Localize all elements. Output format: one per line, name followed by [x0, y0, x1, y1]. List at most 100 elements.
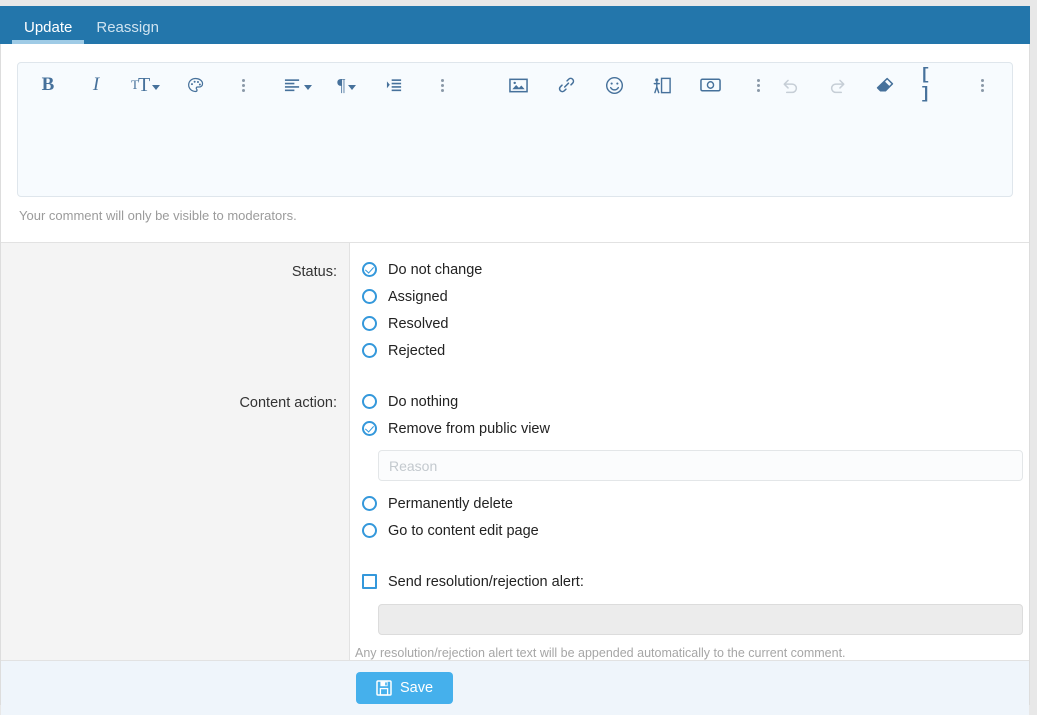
status-option-label: Assigned — [388, 288, 448, 305]
insert-link-button[interactable] — [550, 71, 582, 99]
insert-media-button[interactable] — [694, 71, 726, 99]
tab-update-label: Update — [24, 19, 73, 36]
status-option-rejected[interactable]: Rejected — [350, 337, 1029, 364]
status-option-assigned[interactable]: Assigned — [350, 283, 1029, 310]
tab-reassign-label: Reassign — [96, 19, 159, 36]
save-button[interactable]: Save — [356, 672, 454, 704]
more-text-options-button[interactable] — [227, 71, 259, 99]
send-alert-checkbox-row[interactable]: Send resolution/rejection alert: — [350, 568, 1029, 595]
more-paragraph-options-button[interactable] — [427, 71, 459, 99]
floppy-disk-icon — [376, 680, 392, 696]
radio-unchecked-icon[interactable] — [362, 523, 377, 538]
align-left-icon — [284, 79, 299, 92]
clear-formatting-button[interactable] — [869, 71, 901, 99]
insert-image-button[interactable] — [502, 71, 534, 99]
kebab-menu-icon — [756, 74, 760, 96]
italic-button[interactable]: I — [80, 71, 112, 99]
indent-button[interactable] — [379, 71, 411, 99]
indent-icon — [387, 79, 402, 92]
image-icon — [508, 78, 528, 92]
save-button-label: Save — [400, 680, 434, 696]
toolbar-group-insert — [502, 71, 774, 99]
radio-unchecked-icon[interactable] — [362, 289, 377, 304]
status-label: Status: — [291, 264, 337, 280]
media-embed-icon — [699, 78, 721, 92]
reason-input[interactable] — [378, 450, 1023, 481]
radio-unchecked-icon[interactable] — [362, 394, 377, 409]
status-radio-group: Do not change Assigned Resolved Rejected — [350, 256, 1029, 364]
editor-content-area[interactable] — [18, 107, 1012, 195]
insert-emoji-button[interactable] — [598, 71, 630, 99]
smiley-icon — [605, 76, 623, 94]
content-action-radio-group: Do nothing Remove from public view Perma… — [350, 388, 1029, 544]
eraser-icon — [877, 77, 894, 92]
text-align-button[interactable] — [281, 71, 315, 99]
italic-icon: I — [92, 74, 100, 95]
more-tools-button[interactable] — [966, 71, 998, 99]
content-action-option-go-to-content-edit-page[interactable]: Go to content edit page — [350, 517, 1029, 544]
tab-reassign[interactable]: Reassign — [84, 14, 171, 44]
status-option-label: Do not change — [388, 261, 483, 278]
content-action-option-label: Go to content edit page — [388, 522, 539, 539]
radio-unchecked-icon[interactable] — [362, 316, 377, 331]
more-insert-options-button[interactable] — [742, 71, 774, 99]
form-footer: Save — [1, 661, 1029, 715]
status-option-label: Rejected — [388, 342, 446, 359]
editor-visibility-hint: Your comment will only be visible to mod… — [19, 208, 297, 223]
comment-editor-section: B I TT ¶ [] Your comment will only be v… — [1, 44, 1029, 223]
source-code-button[interactable]: [ ] — [917, 66, 950, 104]
redo-icon — [831, 79, 845, 93]
bold-button[interactable]: B — [32, 71, 64, 99]
content-action-option-permanently-delete[interactable]: Permanently delete — [350, 490, 1029, 517]
form-body: Status: Content action: Do not change As… — [1, 242, 1029, 661]
radio-unchecked-icon[interactable] — [362, 343, 377, 358]
kebab-menu-icon — [441, 74, 445, 96]
content-action-option-label: Remove from public view — [388, 420, 550, 437]
moderation-form: Status: Content action: Do not change As… — [1, 242, 1029, 715]
font-size-small-t-icon: T — [131, 77, 139, 92]
tab-bar: Update Reassign — [0, 6, 1030, 44]
font-size-large-t-icon: T — [137, 73, 150, 96]
font-size-button[interactable]: TT — [128, 71, 163, 99]
toolbar-group-text: B I TT — [32, 71, 259, 99]
radio-unchecked-icon[interactable] — [362, 496, 377, 511]
palette-icon — [187, 77, 203, 92]
editor-toolbar: B I TT ¶ [] — [18, 63, 1012, 107]
insert-template-button[interactable] — [646, 71, 678, 99]
bold-icon: B — [41, 74, 55, 95]
alert-note: Any resolution/rejection alert text will… — [355, 646, 846, 660]
radio-checked-icon[interactable] — [362, 421, 377, 436]
content-action-option-remove-from-public-view[interactable]: Remove from public view — [350, 415, 1029, 442]
chevron-down-icon — [152, 84, 161, 90]
kebab-menu-icon — [980, 74, 984, 96]
content-action-option-do-nothing[interactable]: Do nothing — [350, 388, 1029, 415]
status-option-do-not-change[interactable]: Do not change — [350, 256, 1029, 283]
status-option-label: Resolved — [388, 315, 449, 332]
content-action-option-label: Do nothing — [388, 393, 459, 410]
rich-text-editor: B I TT ¶ [] — [17, 62, 1013, 197]
form-field-column: Do not change Assigned Resolved Rejected… — [350, 243, 1029, 660]
alert-text-input[interactable] — [378, 604, 1023, 635]
main-panel: B I TT ¶ [] Your comment will only be v… — [0, 44, 1030, 715]
chevron-down-icon — [348, 84, 357, 90]
tab-update[interactable]: Update — [12, 14, 85, 44]
content-action-option-label: Permanently delete — [388, 495, 513, 512]
brackets-icon: [ ] — [920, 66, 930, 104]
undo-icon — [783, 79, 797, 93]
checkbox-unchecked-icon[interactable] — [362, 574, 377, 589]
paragraph-style-button[interactable]: ¶ — [331, 71, 363, 99]
toolbar-group-history: [ ] — [774, 66, 998, 104]
send-alert-label: Send resolution/rejection alert: — [388, 573, 584, 590]
content-action-label: Content action: — [239, 395, 337, 411]
form-label-column: Status: Content action: — [1, 243, 350, 660]
pilcrow-icon: ¶ — [337, 74, 346, 95]
radio-checked-icon[interactable] — [362, 262, 377, 277]
alert-section: Send resolution/rejection alert: Any res… — [350, 568, 1029, 660]
redo-button[interactable] — [822, 71, 854, 99]
status-option-resolved[interactable]: Resolved — [350, 310, 1029, 337]
text-color-button[interactable] — [179, 71, 211, 99]
toolbar-group-paragraph: ¶ — [281, 71, 459, 99]
undo-button[interactable] — [774, 71, 806, 99]
